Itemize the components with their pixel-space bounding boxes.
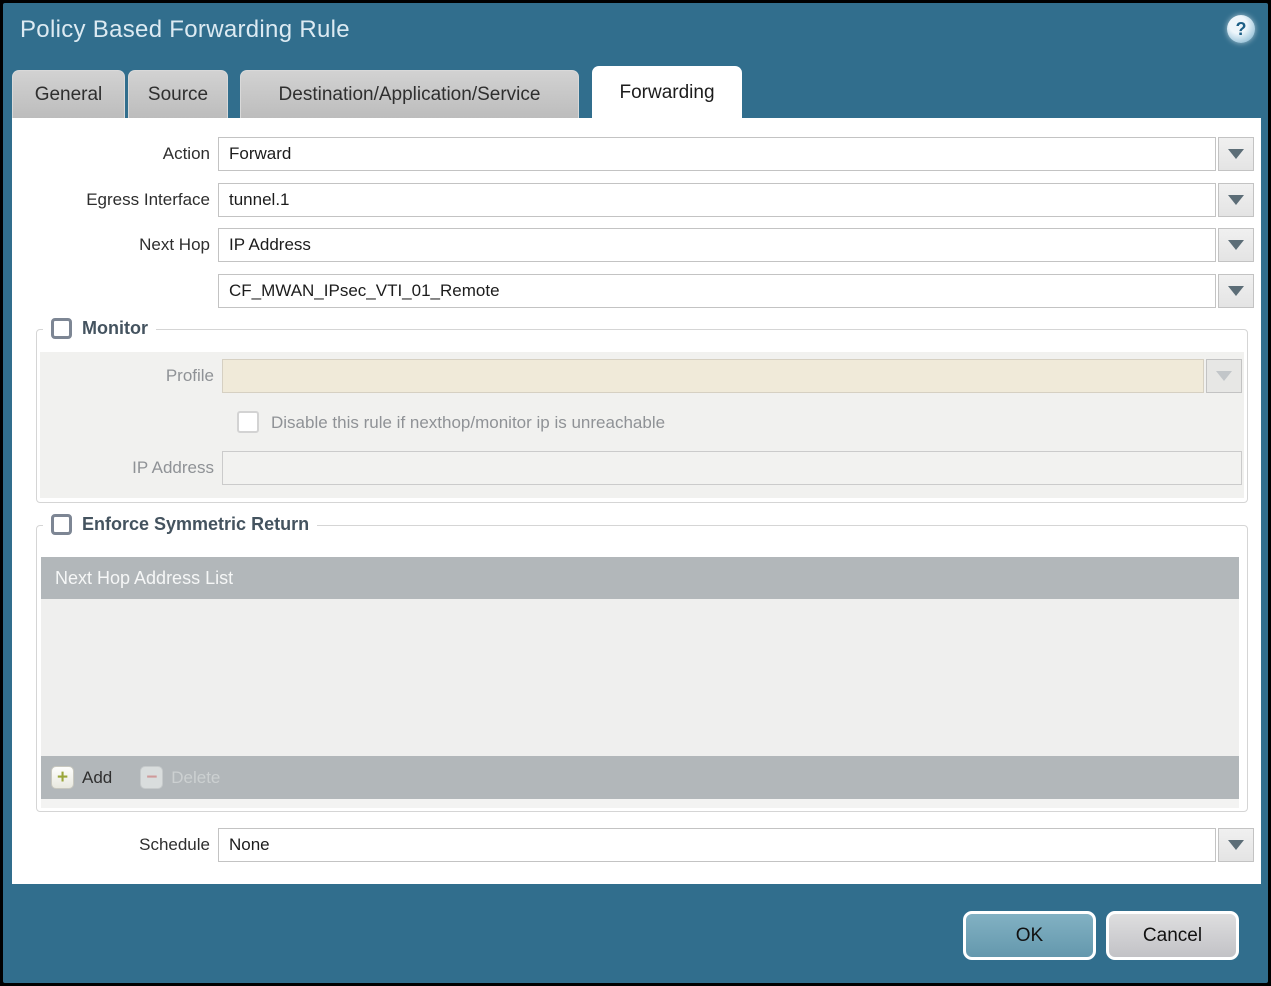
enforce-symmetric-return-group: Enforce Symmetric Return Next Hop Addres… (36, 514, 1248, 812)
policy-based-forwarding-dialog: Policy Based Forwarding Rule ? General S… (0, 0, 1271, 986)
chevron-down-icon (1216, 371, 1232, 381)
profile-dropdown-button (1206, 359, 1242, 393)
tab-source[interactable]: Source (128, 70, 228, 119)
monitor-checkbox[interactable] (51, 318, 72, 339)
next-hop-type-input[interactable] (218, 228, 1216, 262)
table-body[interactable] (41, 599, 1239, 756)
tab-label: General (34, 84, 103, 105)
delete-button-label: Delete (171, 767, 221, 787)
chevron-down-icon (1228, 149, 1244, 159)
enforce-symmetric-return-legend: Enforce Symmetric Return (82, 514, 310, 534)
delete-minus-icon: − (140, 766, 164, 789)
chevron-down-icon (1228, 195, 1244, 205)
next-hop-address-input[interactable] (218, 274, 1216, 308)
chevron-down-icon (1228, 240, 1244, 250)
action-dropdown-button[interactable] (1218, 137, 1254, 171)
table-bottom-strip (41, 799, 1239, 808)
monitor-legend: Monitor (82, 318, 148, 338)
tab-general[interactable]: General (12, 70, 125, 119)
plus-glyph: + (56, 767, 69, 788)
monitor-group: Monitor Profile Disable this rule if nex… (36, 318, 1248, 503)
monitor-panel: Profile Disable this rule if nexthop/mon… (40, 352, 1244, 498)
chevron-down-icon (1228, 840, 1244, 850)
egress-interface-label: Egress Interface (86, 190, 210, 209)
action-label: Action (162, 144, 210, 163)
schedule-dropdown-button[interactable] (1218, 828, 1254, 862)
profile-input (222, 359, 1204, 393)
action-input[interactable] (218, 137, 1216, 171)
table-toolbar: + Add − Delete (41, 756, 1239, 799)
help-icon[interactable]: ? (1227, 15, 1255, 43)
tab-label: Destination/Application/Service (278, 84, 541, 105)
minus-glyph: − (146, 767, 158, 788)
egress-interface-input[interactable] (218, 183, 1216, 217)
next-hop-address-list-table: Next Hop Address List + Add − Delete (41, 557, 1239, 808)
next-hop-type-dropdown-button[interactable] (1218, 228, 1254, 262)
ok-button[interactable]: OK (963, 911, 1096, 960)
schedule-input[interactable] (218, 828, 1216, 862)
add-button[interactable]: + Add (51, 766, 112, 789)
add-plus-icon: + (51, 766, 74, 789)
monitor-ip-address-input (222, 451, 1242, 485)
disable-rule-label: Disable this rule if nexthop/monitor ip … (271, 413, 666, 432)
egress-interface-dropdown-button[interactable] (1218, 183, 1254, 217)
table-header: Next Hop Address List (41, 557, 1239, 599)
profile-label: Profile (165, 366, 214, 385)
schedule-label: Schedule (139, 835, 210, 854)
disable-rule-checkbox (237, 411, 259, 433)
next-hop-address-dropdown-button[interactable] (1218, 274, 1254, 308)
cancel-button[interactable]: Cancel (1106, 911, 1239, 960)
tab-forwarding[interactable]: Forwarding (592, 66, 742, 119)
chevron-down-icon (1228, 286, 1244, 296)
enforce-symmetric-return-checkbox[interactable] (51, 514, 72, 535)
delete-button: − Delete (140, 766, 220, 789)
add-button-label: Add (82, 767, 113, 787)
tab-label: Source (147, 84, 209, 105)
next-hop-label: Next Hop (139, 235, 210, 254)
monitor-ip-address-label: IP Address (132, 458, 214, 477)
tab-destination-application-service[interactable]: Destination/Application/Service (240, 70, 579, 119)
tab-label: Forwarding (619, 82, 715, 103)
dialog-title: Policy Based Forwarding Rule (20, 16, 350, 43)
forwarding-tab-panel: Action Egress Interface Next Hop (12, 118, 1261, 884)
